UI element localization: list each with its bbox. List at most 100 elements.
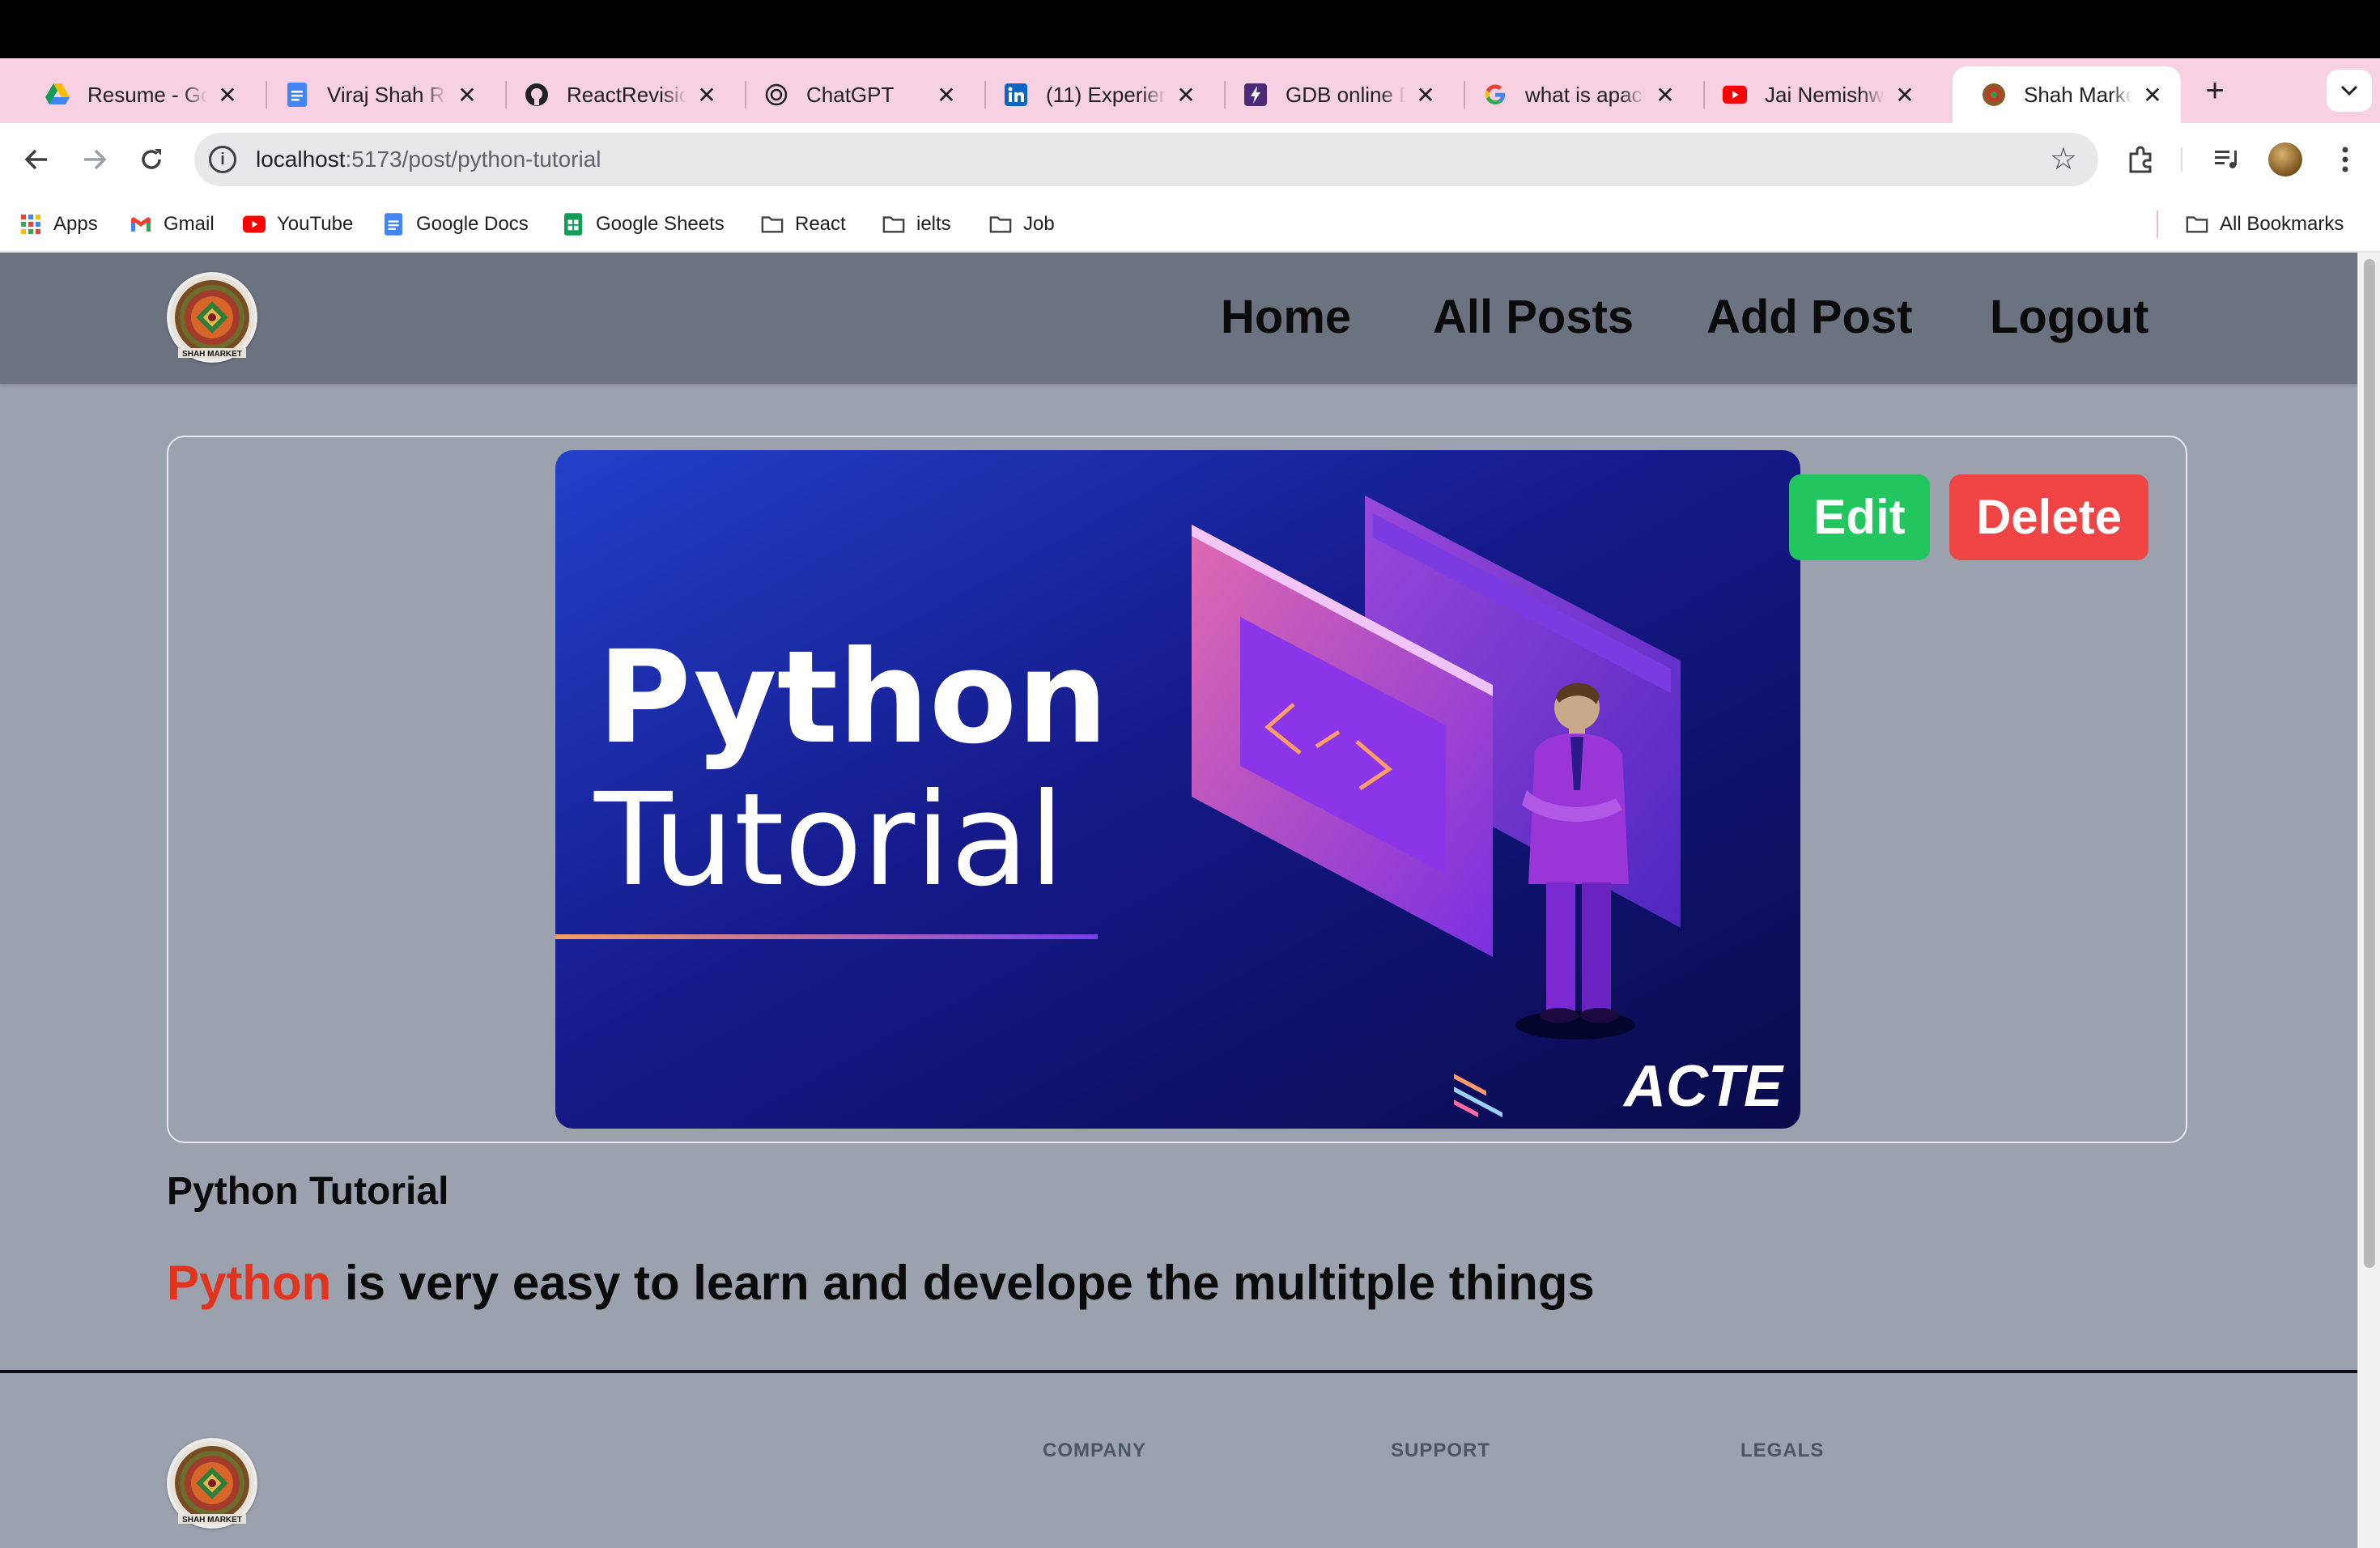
folder-icon (761, 213, 784, 236)
tab-strip: Resume - Goo ✕ Viraj Shah Res ✕ ReactRev… (0, 58, 2380, 123)
extensions-button[interactable] (2121, 139, 2161, 180)
site-header: SHAH MARKET Home All Posts Add Post Logo… (0, 253, 2357, 384)
site-footer (0, 1370, 2357, 1548)
bookmark-google-sheets[interactable]: Google Sheets (562, 209, 725, 240)
browser-toolbar: i localhost:5173/post/python-tutorial ☆ (0, 123, 2380, 196)
post-content-highlight: Python (167, 1256, 332, 1310)
tab-title: (11) Experienc (1046, 82, 1166, 107)
address-bar[interactable]: i localhost:5173/post/python-tutorial ☆ (194, 133, 2098, 186)
bookmark-label: ielts (916, 213, 951, 235)
footer-heading-support: SUPPORT (1391, 1440, 1491, 1461)
youtube-icon (243, 213, 266, 236)
browser-menu-button[interactable] (2325, 139, 2365, 180)
page-scrollbar[interactable] (2357, 253, 2380, 1548)
toolbar-separator (2181, 147, 2182, 172)
close-icon[interactable]: ✕ (1174, 83, 1198, 108)
all-bookmarks[interactable]: All Bookmarks (2186, 209, 2344, 240)
bookmark-folder-react[interactable]: React (761, 209, 846, 240)
nav-home[interactable]: Home (1221, 285, 1351, 350)
google-sheets-icon (562, 213, 584, 236)
tab-jai-nemishwar[interactable]: Jai Nemishwa ✕ (1694, 66, 1933, 123)
bookmark-youtube[interactable]: YouTube (243, 209, 353, 240)
github-icon (525, 83, 549, 107)
reload-button[interactable] (131, 139, 172, 180)
bookmark-google-docs[interactable]: Google Docs (382, 209, 529, 240)
url-path: :5173/post/python-tutorial (345, 147, 601, 172)
linkedin-icon (1004, 83, 1028, 107)
tab-title: Shah Marketin (2024, 82, 2132, 107)
profile-avatar[interactable] (2268, 142, 2302, 176)
bookmark-label: YouTube (277, 213, 354, 235)
url-host: localhost (256, 147, 346, 172)
bookmark-gmail[interactable]: Gmail (130, 209, 215, 240)
bookmarks-separator (2157, 211, 2158, 238)
close-icon[interactable]: ✕ (1653, 83, 1677, 108)
folder-icon (2186, 213, 2208, 236)
bookmark-label: Google Sheets (596, 213, 725, 235)
bookmark-label: Gmail (164, 213, 215, 235)
site-logo[interactable]: SHAH MARKET (167, 272, 257, 363)
page-viewport: SHAH MARKET Home All Posts Add Post Logo… (0, 253, 2380, 1548)
bookmark-folder-ielts[interactable]: ielts (882, 209, 951, 240)
tab-resume[interactable]: Resume - Goo ✕ (16, 66, 256, 123)
close-icon[interactable]: ✕ (215, 83, 240, 108)
close-icon[interactable]: ✕ (1413, 83, 1438, 108)
nav-logout[interactable]: Logout (1990, 285, 2148, 350)
footer-logo[interactable]: SHAH MARKET (167, 1438, 257, 1529)
footer-heading-company: COMPANY (1043, 1440, 1146, 1461)
folder-icon (882, 213, 905, 236)
apps-grid-icon (19, 213, 42, 236)
gdb-icon (1243, 83, 1268, 107)
bookmark-apps[interactable]: Apps (19, 209, 98, 240)
post-content: Python is very easy to learn and develop… (167, 1255, 1595, 1311)
footer-heading-legals: LEGALS (1740, 1440, 1825, 1461)
forward-button[interactable] (74, 139, 115, 180)
tab-linkedin[interactable]: (11) Experienc ✕ (975, 66, 1214, 123)
queue-music-icon (2215, 151, 2237, 168)
bookmarks-bar: Apps Gmail YouTube Google Docs Google Sh… (0, 196, 2380, 253)
tab-what-is-apache[interactable]: what is apach ✕ (1454, 66, 1694, 123)
tab-title: ReactRevision (567, 82, 686, 107)
bookmark-label: Google Docs (416, 213, 529, 235)
puzzle-icon (2129, 146, 2152, 173)
edit-button[interactable]: Edit (1789, 474, 1930, 560)
site-logo-icon (1982, 83, 2006, 107)
reload-icon (142, 149, 161, 169)
tab-viraj-shah-resume[interactable]: Viraj Shah Res ✕ (256, 66, 495, 123)
post-featured-image: Python Tutorial ACTE (555, 450, 1800, 1129)
gmail-icon (130, 213, 152, 236)
new-tab-button[interactable]: + (2197, 74, 2233, 110)
post-content-text: is very easy to learn and develope the m… (331, 1256, 1595, 1310)
tab-react-revision[interactable]: ReactRevision ✕ (495, 66, 735, 123)
chatgpt-icon (764, 83, 788, 107)
bookmark-label: Job (1023, 213, 1055, 235)
back-button[interactable] (16, 139, 57, 180)
close-icon[interactable]: ✕ (934, 83, 958, 108)
close-icon[interactable]: ✕ (1893, 83, 1917, 108)
close-icon[interactable]: ✕ (455, 83, 479, 108)
arrow-left-icon (24, 149, 47, 170)
delete-button[interactable]: Delete (1949, 474, 2148, 560)
bookmark-folder-job[interactable]: Job (989, 209, 1055, 240)
nav-all-posts[interactable]: All Posts (1433, 285, 1634, 350)
tab-shah-marketing[interactable]: Shah Marketin ✕ (1953, 66, 2181, 123)
all-bookmarks-label: All Bookmarks (2220, 213, 2344, 235)
tab-title: Viraj Shah Res (327, 82, 447, 107)
site-info-icon[interactable]: i (209, 146, 236, 173)
tab-chatgpt[interactable]: ChatGPT ✕ (735, 66, 975, 123)
youtube-icon (1723, 83, 1747, 107)
more-vertical-icon (2342, 147, 2348, 172)
url-text[interactable]: localhost:5173/post/python-tutorial (256, 147, 601, 172)
logo-text: SHAH MARKET (182, 1516, 242, 1525)
tab-search-button[interactable] (2327, 70, 2372, 112)
close-icon[interactable]: ✕ (2140, 83, 2165, 108)
google-docs-icon (285, 83, 309, 107)
google-drive-icon (45, 83, 70, 107)
media-controls-button[interactable] (2207, 139, 2247, 180)
bookmark-star-icon[interactable]: ☆ (2050, 144, 2077, 175)
tab-gdb-online[interactable]: GDB online De ✕ (1214, 66, 1454, 123)
nav-add-post[interactable]: Add Post (1706, 285, 1913, 350)
close-icon[interactable]: ✕ (695, 83, 719, 108)
scrollbar-thumb[interactable] (2364, 259, 2375, 1268)
logo-text: SHAH MARKET (182, 350, 242, 359)
